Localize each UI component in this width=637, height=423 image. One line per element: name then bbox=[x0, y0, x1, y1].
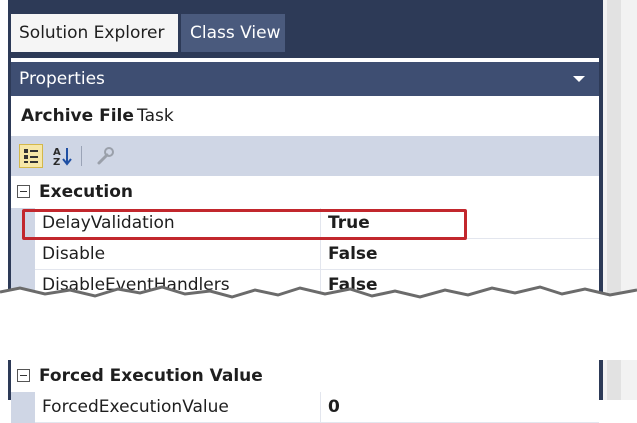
object-selector[interactable]: Archive File Task bbox=[11, 96, 599, 136]
properties-toolbar: A Z bbox=[11, 136, 599, 176]
tab-strip: Solution Explorer Class View bbox=[11, 0, 599, 58]
category-forced-execution-value[interactable]: Forced Execution Value bbox=[11, 360, 599, 392]
object-type: Task bbox=[137, 106, 174, 126]
property-value[interactable]: False bbox=[321, 239, 599, 270]
scrollbar-edge bbox=[599, 0, 603, 296]
highlight-box bbox=[22, 209, 467, 240]
tab-class-view[interactable]: Class View bbox=[181, 14, 285, 52]
object-name: Archive File bbox=[21, 106, 134, 126]
row-gutter bbox=[11, 239, 35, 270]
property-row[interactable]: ForcedExecutionValue 0 bbox=[11, 392, 599, 423]
properties-panel: Solution Explorer Class View Properties … bbox=[11, 0, 599, 296]
properties-titlebar: Properties bbox=[11, 62, 599, 96]
alphabetical-icon[interactable]: A Z bbox=[51, 144, 75, 168]
category-label: Forced Execution Value bbox=[39, 366, 263, 386]
vertical-scrollbar[interactable] bbox=[599, 360, 637, 400]
property-name[interactable]: Disable bbox=[35, 239, 321, 270]
scrollbar-edge bbox=[599, 360, 603, 400]
tab-solution-explorer[interactable]: Solution Explorer bbox=[11, 14, 178, 52]
svg-text:Z: Z bbox=[53, 157, 60, 168]
category-label: Execution bbox=[39, 182, 134, 202]
collapse-icon[interactable] bbox=[17, 369, 30, 382]
property-value[interactable]: 0 bbox=[321, 392, 599, 423]
properties-title: Properties bbox=[19, 69, 105, 89]
property-pages-icon[interactable] bbox=[93, 144, 117, 168]
toolbar-separator bbox=[81, 146, 82, 166]
properties-window-bottom: Forced Execution Value ForcedExecutionVa… bbox=[0, 350, 637, 423]
properties-panel-continued: Forced Execution Value ForcedExecutionVa… bbox=[11, 360, 599, 423]
category-execution[interactable]: Execution bbox=[11, 176, 599, 208]
categorized-icon[interactable] bbox=[19, 144, 43, 168]
property-row[interactable]: Disable False bbox=[11, 239, 599, 270]
scrollbar-track[interactable] bbox=[607, 360, 621, 400]
vertical-scrollbar[interactable] bbox=[599, 0, 637, 296]
torn-edge bbox=[0, 285, 637, 350]
collapse-icon[interactable] bbox=[17, 185, 30, 198]
property-name[interactable]: ForcedExecutionValue bbox=[35, 392, 321, 423]
row-gutter bbox=[11, 392, 35, 423]
properties-window-top: Solution Explorer Class View Properties … bbox=[0, 0, 637, 296]
dropdown-arrow-icon[interactable] bbox=[573, 76, 585, 82]
scrollbar-track[interactable] bbox=[607, 0, 621, 296]
